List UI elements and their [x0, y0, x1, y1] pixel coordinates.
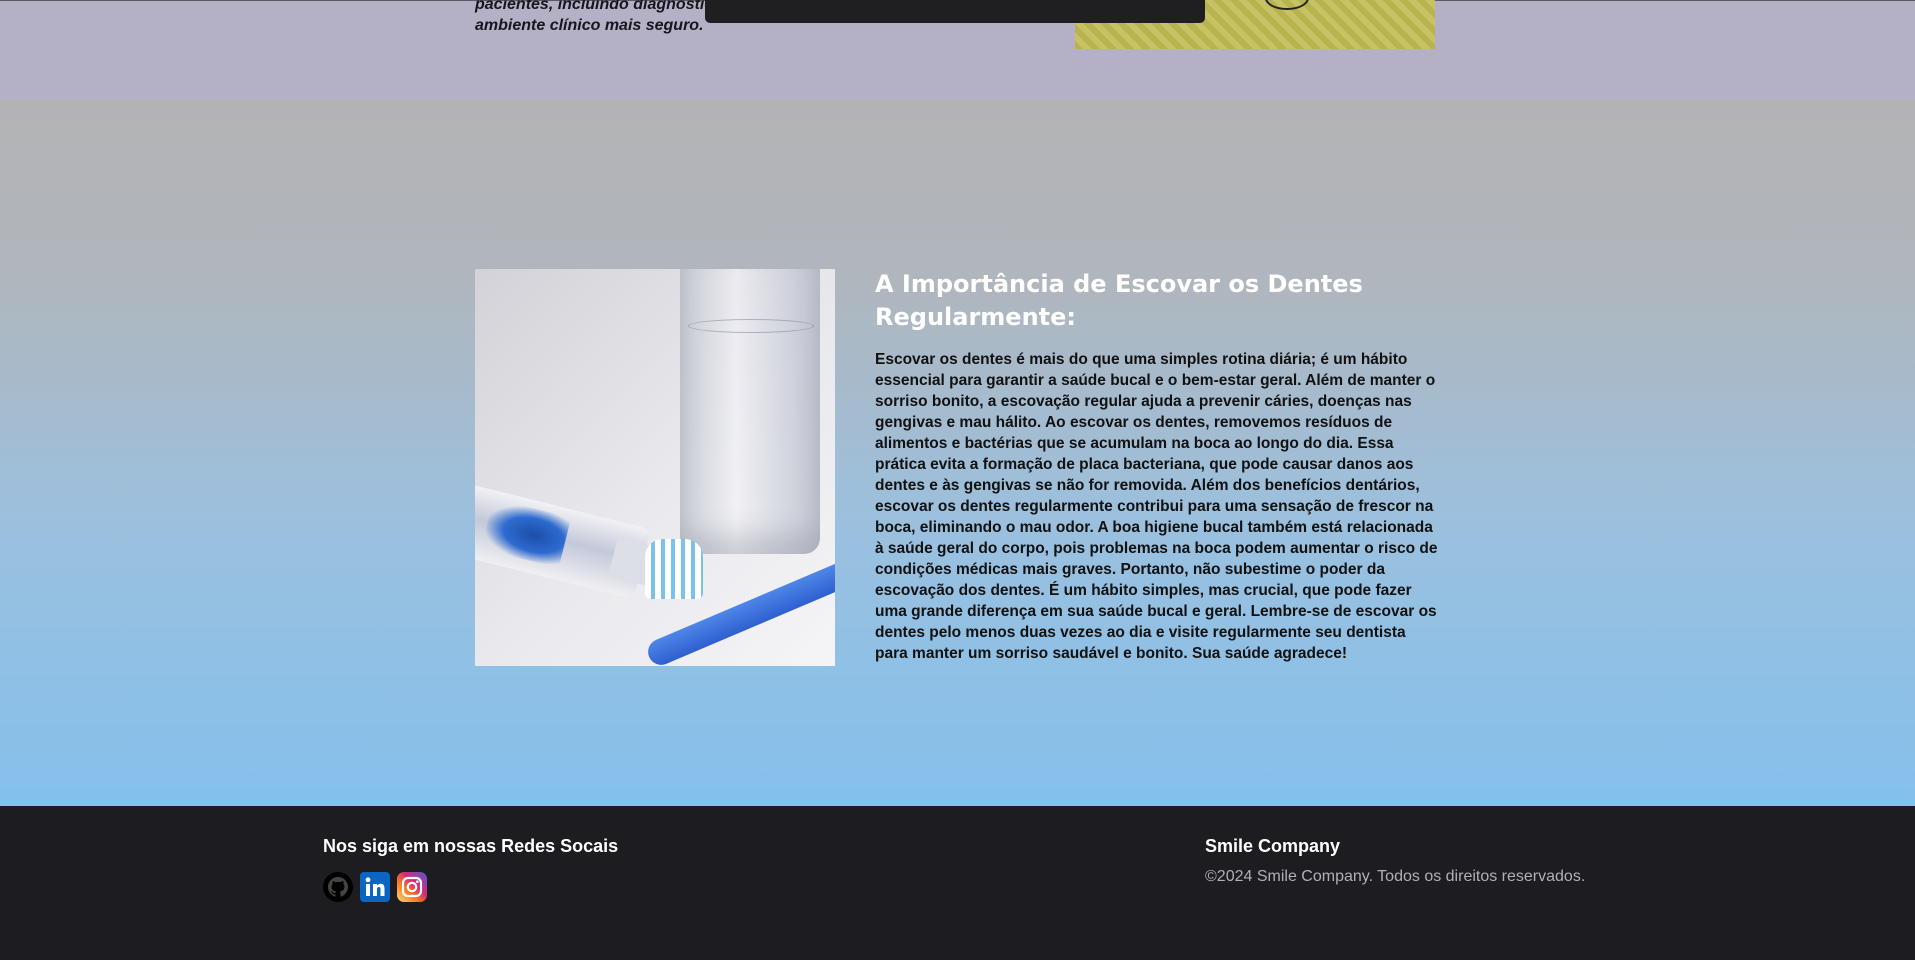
site-footer: Nos siga em nossas Redes Socais Smile Co…	[0, 806, 1915, 960]
social-links	[323, 872, 427, 902]
social-heading: Nos siga em nossas Redes Socais	[323, 836, 619, 856]
overlay-popup	[705, 0, 1205, 23]
copyright-text: ©2024 Smile Company. Todos os direitos r…	[1205, 868, 1586, 885]
toothbrush-head-shape	[645, 539, 703, 599]
github-icon[interactable]	[323, 872, 353, 902]
toothbrush-image	[475, 269, 835, 666]
article-body: Escovar os dentes é mais do que uma simp…	[875, 351, 1438, 662]
article-title: A Importância de Escovar os Dentes Regul…	[875, 270, 1363, 331]
instagram-icon[interactable]	[397, 872, 427, 902]
company-name: Smile Company	[1205, 836, 1341, 856]
water-glass-shape	[680, 269, 820, 554]
linkedin-icon[interactable]	[360, 872, 390, 902]
toothpaste-tube-shape	[475, 480, 651, 600]
